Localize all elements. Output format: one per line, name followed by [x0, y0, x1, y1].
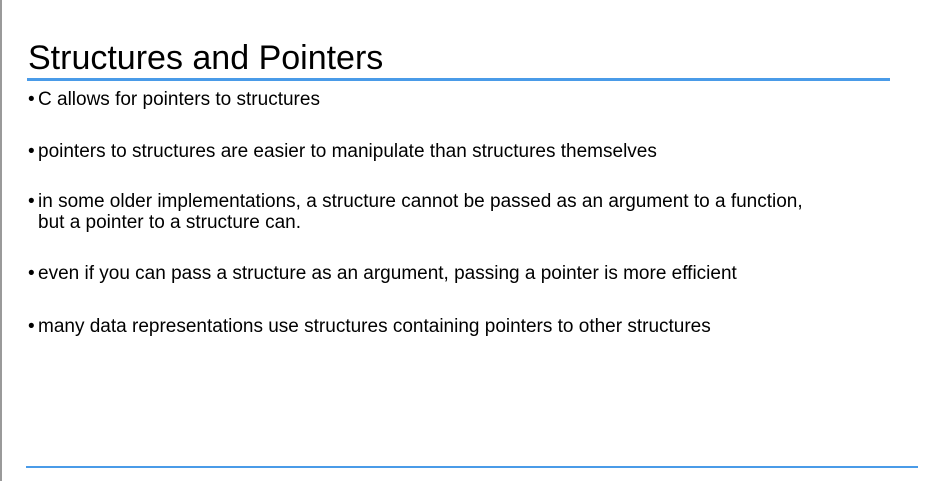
bullet-text-line-2: but a pointer to a structure can. — [38, 212, 301, 233]
bullet-dot: • — [28, 191, 35, 212]
bullet-dot: • — [28, 316, 35, 337]
bullet-text-line-1: in some older implementations, a structu… — [38, 191, 803, 212]
footer-divider — [26, 466, 918, 468]
bullet-dot: • — [28, 263, 35, 284]
bullet-text: C allows for pointers to structures — [38, 89, 320, 110]
bullet-dot: • — [28, 89, 35, 110]
bullet-item: • pointers to structures are easier to m… — [28, 141, 848, 162]
bullet-item: • C allows for pointers to structures — [28, 89, 848, 110]
slide-left-edge — [0, 0, 2, 481]
slide-title: Structures and Pointers — [28, 39, 384, 77]
bullet-item: • even if you can pass a structure as an… — [28, 263, 848, 284]
bullet-text: in some older implementations, a structu… — [38, 191, 848, 233]
title-underline — [27, 78, 890, 81]
bullet-dot: • — [28, 141, 35, 162]
bullet-item: • many data representations use structur… — [28, 316, 848, 337]
bullet-text: pointers to structures are easier to man… — [38, 141, 657, 162]
bullet-item: • in some older implementations, a struc… — [28, 191, 848, 233]
bullet-text: many data representations use structures… — [38, 316, 711, 337]
bullet-text: even if you can pass a structure as an a… — [38, 263, 737, 284]
